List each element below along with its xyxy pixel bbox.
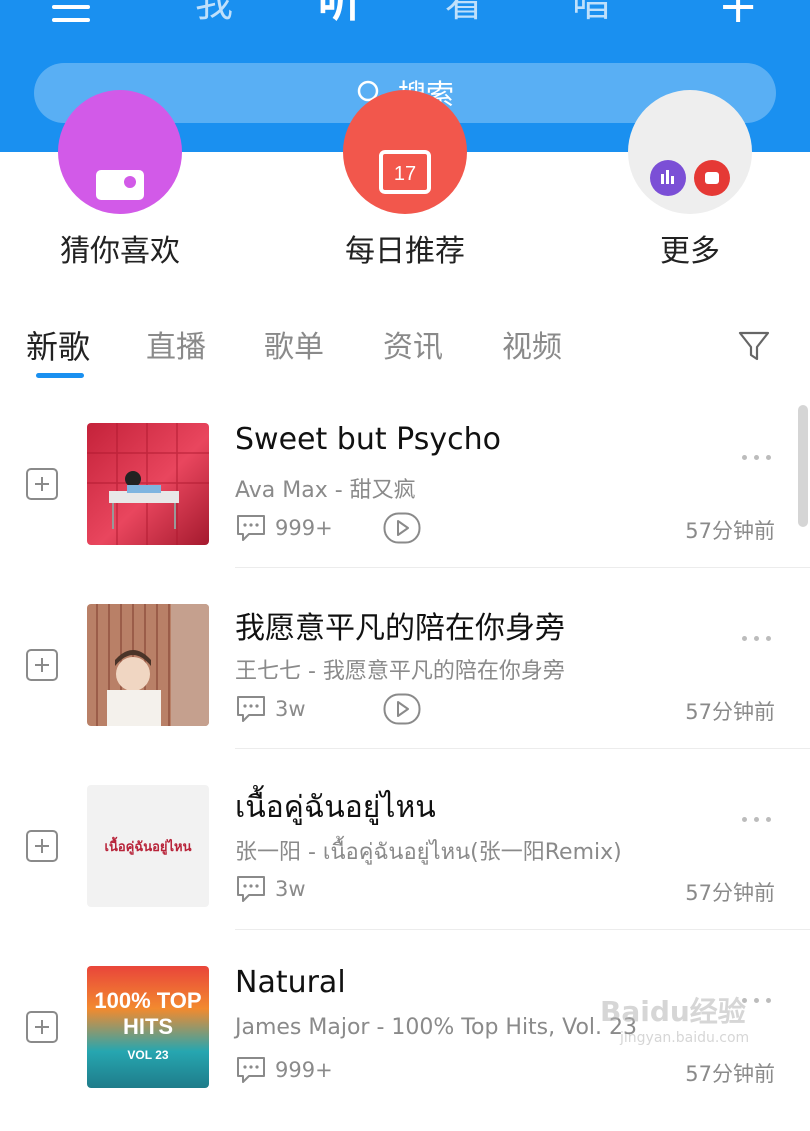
song-time: 57分钟前 (685, 1062, 775, 1086)
song-title: Sweet but Psycho (235, 422, 501, 457)
quick-label: 猜你喜欢 (60, 234, 180, 269)
nav-tab-sing[interactable]: 唱 (572, 0, 610, 28)
top-nav: 我 听 看 唱 + (0, 0, 810, 50)
active-tab-indicator (36, 373, 84, 378)
album-cover: เนื้อคู่ฉันอยู่ไหน (87, 785, 209, 907)
add-to-playlist-icon[interactable] (26, 649, 58, 681)
calendar-badge: 17 (394, 163, 416, 185)
play-video-icon[interactable] (383, 512, 421, 544)
song-subtitle: James Major - 100% Top Hits, Vol. 23 (235, 1015, 638, 1040)
comment-count: 999+ (275, 516, 333, 540)
tab-live[interactable]: 直播 (146, 322, 206, 366)
comment-icon[interactable] (235, 1055, 267, 1085)
album-cover (87, 423, 209, 545)
play-video-icon[interactable] (383, 693, 421, 725)
song-title: 我愿意平凡的陪在你身旁 (235, 611, 565, 646)
watermark-url: jingyan.baidu.com (620, 1030, 750, 1046)
nav-tab-watch[interactable]: 看 (445, 0, 483, 28)
song-time: 57分钟前 (685, 700, 775, 724)
tab-new-songs[interactable]: 新歌 (26, 322, 90, 368)
song-subtitle: 王七七 - 我愿意平凡的陪在你身旁 (235, 659, 565, 684)
comment-icon[interactable] (235, 513, 267, 543)
album-cover: 100% TOP HITS VOL 23 (87, 966, 209, 1088)
more-options-icon[interactable] (742, 455, 778, 460)
add-icon[interactable]: + (718, 0, 758, 30)
more-options-icon[interactable] (742, 817, 778, 822)
quick-access: 猜你喜欢 17 每日推荐 更多 (0, 90, 810, 272)
song-meta: 3w (235, 693, 421, 725)
watermark: Baidu经验 jingyan.baidu.com (600, 990, 749, 1046)
song-subtitle: Ava Max - 甜又疯 (235, 478, 416, 503)
song-meta: 3w (235, 874, 345, 904)
calendar-icon: 17 (343, 90, 467, 214)
song-title: เนื้อคู่ฉันอยู่ไหน (235, 790, 436, 825)
song-row[interactable]: Sweet but Psycho Ava Max - 甜又疯 999+ 57分钟… (0, 408, 810, 588)
comment-count: 3w (275, 877, 306, 901)
divider (235, 929, 810, 930)
add-to-playlist-icon[interactable] (26, 830, 58, 862)
song-meta: 999+ (235, 1055, 345, 1085)
nav-tab-me[interactable]: 我 (195, 0, 233, 28)
more-apps-icon (628, 90, 752, 214)
cover-text: 100% TOP HITS (94, 988, 202, 1039)
more-options-icon[interactable] (742, 636, 778, 641)
tab-playlist[interactable]: 歌单 (264, 322, 324, 366)
song-subtitle: 张一阳 - เนื้อคู่ฉันอยู่ไหน(张一阳Remix) (235, 840, 622, 865)
song-title: Natural (235, 965, 346, 1000)
add-to-playlist-icon[interactable] (26, 468, 58, 500)
radio-icon (58, 90, 182, 214)
song-row[interactable]: 我愿意平凡的陪在你身旁 王七七 - 我愿意平凡的陪在你身旁 3w 57分钟前 (0, 589, 810, 769)
cover-text: เนื้อคู่ฉันอยู่ไหน (104, 839, 192, 855)
comment-count: 3w (275, 697, 306, 721)
song-row[interactable]: เนื้อคู่ฉันอยู่ไหน เนื้อคู่ฉันอยู่ไหน 张一… (0, 770, 810, 950)
watermark-brand: Baidu经验 (600, 995, 746, 1028)
tab-video[interactable]: 视频 (502, 322, 562, 366)
filter-icon[interactable] (736, 328, 772, 364)
song-meta: 999+ (235, 512, 421, 544)
comment-icon[interactable] (235, 874, 267, 904)
divider (235, 567, 810, 568)
nav-tab-listen[interactable]: 听 (318, 0, 362, 30)
add-to-playlist-icon[interactable] (26, 1011, 58, 1043)
comment-count: 999+ (275, 1058, 333, 1082)
song-time: 57分钟前 (685, 881, 775, 905)
tab-news[interactable]: 资讯 (383, 322, 443, 366)
quick-label: 更多 (660, 234, 720, 269)
cover-subtext: VOL 23 (127, 1048, 169, 1062)
quick-label: 每日推荐 (345, 234, 465, 269)
menu-icon[interactable] (52, 0, 90, 31)
comment-icon[interactable] (235, 694, 267, 724)
content-tabs: 新歌 直播 歌单 资讯 视频 (0, 318, 810, 382)
song-time: 57分钟前 (685, 519, 775, 543)
divider (235, 748, 810, 749)
album-cover (87, 604, 209, 726)
